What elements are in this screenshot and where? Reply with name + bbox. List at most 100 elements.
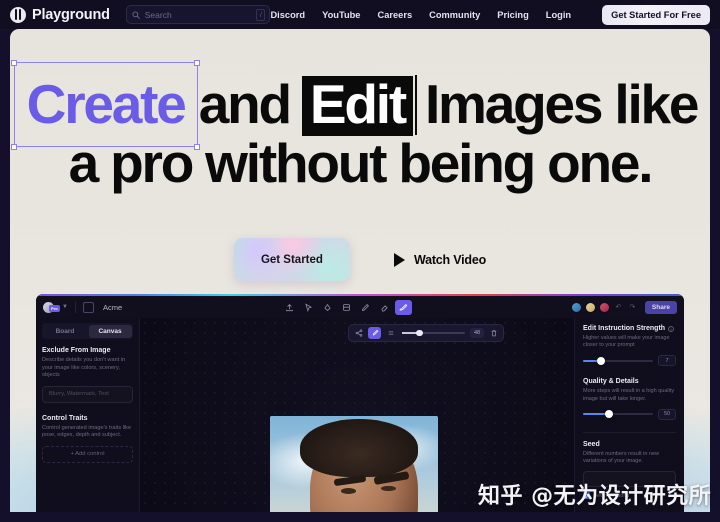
board-square-icon[interactable] bbox=[82, 301, 94, 313]
info-icon[interactable]: i bbox=[668, 325, 675, 332]
app-header-right: ↶ ↷ Share bbox=[570, 300, 677, 314]
canvas-floating-toolbar: 48 bbox=[348, 324, 505, 342]
app-header: Pro ▼ Acme ↶ ↷ Share bbox=[36, 296, 684, 318]
hero-section: Create and Edit Images like a pro without … bbox=[10, 29, 710, 512]
nav-link-pricing[interactable]: Pricing bbox=[497, 10, 529, 20]
section-title-text: Quality & Details bbox=[583, 378, 639, 386]
exclude-from-image-section: Exclude From Image Describe details you … bbox=[42, 347, 133, 403]
section-title-text: Edit Instruction Strength bbox=[583, 325, 666, 332]
project-name[interactable]: Acme bbox=[103, 303, 122, 312]
quality-value: 50 bbox=[658, 408, 676, 420]
left-settings-panel: Board Canvas Exclude From Image Describe… bbox=[36, 318, 140, 512]
brand-name: Playground bbox=[32, 6, 110, 23]
frame-icon[interactable] bbox=[338, 300, 355, 315]
brush-icon[interactable] bbox=[395, 299, 413, 315]
section-title: Control Traits bbox=[42, 414, 88, 422]
section-title: Seed bbox=[583, 440, 600, 448]
quality-slider[interactable]: 50 bbox=[583, 408, 676, 420]
selection-handle-top-left[interactable] bbox=[11, 59, 18, 66]
collaborator-avatar[interactable] bbox=[570, 301, 582, 313]
brand-logo-link[interactable]: Playground bbox=[10, 6, 110, 23]
tab-canvas[interactable]: Canvas bbox=[88, 324, 132, 338]
play-triangle-icon bbox=[393, 252, 405, 267]
nav-link-discord[interactable]: Discord bbox=[270, 10, 305, 20]
slider-track bbox=[583, 356, 653, 365]
nav-link-login[interactable]: Login bbox=[546, 10, 571, 20]
search-shortcut-key: / bbox=[256, 9, 266, 21]
nav-link-careers[interactable]: Careers bbox=[377, 10, 412, 20]
headline-line-2: a pro without being one. bbox=[68, 132, 654, 194]
pen-icon[interactable] bbox=[357, 300, 374, 315]
edit-strength-slider[interactable]: 7 bbox=[583, 355, 676, 367]
hero-cta-row: Get Started Watch Video bbox=[10, 238, 710, 281]
section-title: Edit Instruction Strength i bbox=[583, 325, 676, 332]
image-hair bbox=[300, 419, 418, 477]
headline-word-create: Create bbox=[11, 59, 201, 150]
pro-badge: Pro bbox=[49, 304, 60, 312]
get-started-button[interactable]: Get Started bbox=[233, 238, 350, 281]
trash-icon[interactable] bbox=[487, 327, 500, 339]
chevron-down-icon[interactable]: ▼ bbox=[62, 304, 68, 310]
slider-knob[interactable] bbox=[597, 356, 605, 365]
search-placeholder: Search bbox=[144, 9, 172, 20]
collaborator-avatar[interactable] bbox=[584, 301, 596, 313]
brush-size-value: 48 bbox=[470, 328, 485, 338]
get-started-for-free-button[interactable]: Get Started For Free bbox=[602, 4, 710, 25]
headline-line1-tail: Images like bbox=[424, 73, 700, 135]
shapes-icon[interactable] bbox=[319, 300, 336, 315]
search-input[interactable]: Search / bbox=[125, 5, 271, 24]
share-button[interactable]: Share bbox=[644, 300, 677, 314]
cursor-icon[interactable] bbox=[300, 300, 317, 315]
slider-track bbox=[583, 410, 653, 419]
section-title: Exclude From Image bbox=[42, 347, 111, 354]
quality-details-section: Quality & Details More steps will result… bbox=[583, 378, 676, 420]
panel-tabs: Board Canvas bbox=[42, 323, 133, 339]
section-description: Different numbers result in new variatio… bbox=[583, 450, 660, 465]
headline-line-1: Create and Edit Images like bbox=[10, 59, 710, 150]
collaborator-avatar[interactable] bbox=[598, 301, 610, 313]
watermark-text: 知乎 @无为设计研究所 bbox=[478, 484, 712, 509]
edit-strength-value: 7 bbox=[658, 355, 676, 367]
add-control-button[interactable]: + Add control bbox=[42, 445, 133, 463]
playground-circle-logo-icon bbox=[10, 6, 26, 23]
undo-icon[interactable]: ↶ bbox=[613, 303, 624, 311]
app-user-avatar[interactable]: Pro bbox=[43, 301, 60, 313]
top-navigation-bar: Playground Search / Discord YouTube Care… bbox=[0, 0, 720, 29]
app-toolbar bbox=[281, 299, 413, 315]
headline-word-edit: Edit bbox=[301, 75, 417, 136]
slider-knob[interactable] bbox=[604, 410, 613, 419]
redo-icon[interactable]: ↷ bbox=[627, 303, 638, 311]
brush-size-icon[interactable] bbox=[384, 327, 397, 339]
exclude-input[interactable]: Blurry, Watermark, Text bbox=[42, 385, 133, 403]
image-eye-left bbox=[340, 488, 356, 494]
text-caret bbox=[414, 75, 417, 135]
divider bbox=[583, 431, 676, 433]
selection-handle-top-right[interactable] bbox=[194, 59, 201, 66]
upload-icon[interactable] bbox=[281, 300, 298, 315]
search-icon bbox=[132, 10, 140, 19]
section-description: More steps will result in a high quality… bbox=[583, 388, 675, 402]
eraser-icon[interactable] bbox=[376, 300, 393, 315]
nav-link-community[interactable]: Community bbox=[429, 10, 480, 20]
control-traits-section: Control Traits Control generated image's… bbox=[42, 415, 133, 463]
section-description: Describe details you don't want in your … bbox=[42, 357, 126, 378]
slider-knob[interactable] bbox=[416, 329, 423, 337]
watch-video-label: Watch Video bbox=[413, 252, 487, 267]
nav-link-youtube[interactable]: YouTube bbox=[322, 10, 360, 20]
watch-video-button[interactable]: Watch Video bbox=[393, 252, 487, 267]
brush-size-slider[interactable] bbox=[402, 327, 465, 339]
section-description: Control generated image's traits like po… bbox=[42, 424, 132, 439]
section-description: Higher values will make your image close… bbox=[583, 335, 670, 349]
hero-headline: Create and Edit Images like a pro without … bbox=[10, 59, 710, 194]
brush-icon[interactable] bbox=[368, 327, 381, 339]
headline-word-and: and bbox=[198, 73, 292, 135]
landing-page: Playground Search / Discord YouTube Care… bbox=[0, 0, 720, 522]
section-title: Quality & Details bbox=[583, 378, 676, 385]
tab-board[interactable]: Board bbox=[44, 325, 87, 338]
share-node-icon[interactable] bbox=[352, 327, 365, 339]
divider bbox=[74, 301, 76, 313]
generated-portrait-image[interactable] bbox=[270, 416, 438, 512]
slider-fill bbox=[583, 413, 607, 416]
edit-instruction-strength-section: Edit Instruction Strength i Higher value… bbox=[583, 325, 676, 367]
nav-links: Discord YouTube Careers Community Pricin… bbox=[270, 4, 710, 25]
